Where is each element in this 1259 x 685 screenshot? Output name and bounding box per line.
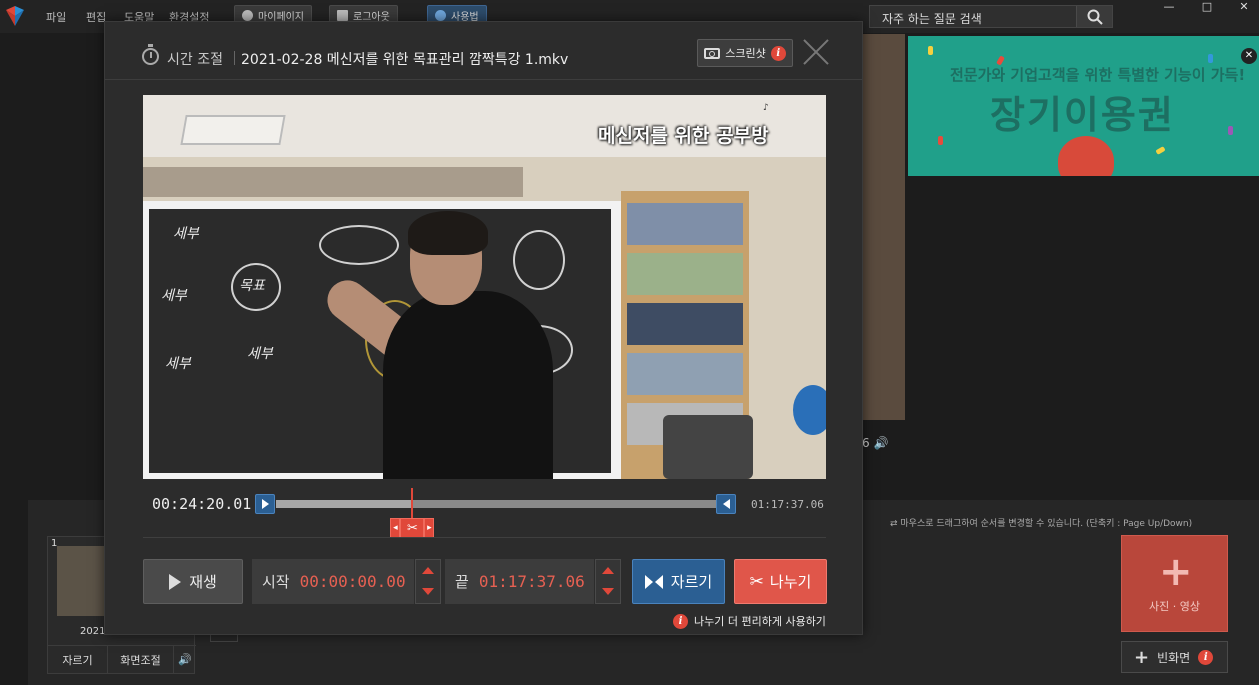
add-photo-video-button[interactable]: + 사진 · 영상: [1121, 535, 1228, 632]
camera-stand: [663, 415, 753, 479]
close-icon[interactable]: [802, 38, 830, 66]
close-window-icon[interactable]: ✕: [1229, 0, 1259, 14]
stopwatch-icon: [142, 44, 159, 65]
start-marker[interactable]: [255, 494, 275, 514]
video-preview[interactable]: 세부 세부 세부 세부 목표 관계 ♪ 메신저를 위한 공부방: [143, 95, 826, 479]
dialog-header: 시간 조절 2021-02-28 메신저를 위한 목표관리 깜짝특강 1.mkv…: [105, 22, 862, 80]
split-left-arrow-icon[interactable]: ◂: [390, 518, 401, 538]
camera-icon: [704, 47, 721, 59]
end-down-button[interactable]: [596, 581, 620, 602]
split-help-link[interactable]: i 나누기 더 편리하게 사용하기: [673, 613, 826, 629]
background-preview: [858, 34, 905, 420]
search-placeholder: 자주 하는 질문 검색: [882, 12, 982, 26]
info-icon[interactable]: i: [1198, 649, 1214, 665]
clip-label: 2021: [80, 626, 106, 637]
ad-close-icon[interactable]: ✕: [1241, 48, 1257, 64]
start-label: 시작: [262, 573, 290, 591]
split-button[interactable]: ✂ 나누기: [734, 559, 827, 604]
globe: [793, 385, 826, 435]
ceiling-vent: [180, 115, 286, 145]
screenshot-button[interactable]: 스크린샷 i: [697, 39, 793, 67]
title-divider: [234, 51, 235, 65]
end-time-value[interactable]: 01:17:37.06: [479, 572, 585, 591]
arrow-down-icon: [422, 588, 434, 595]
info-icon: i: [673, 613, 688, 629]
time-adjust-dialog: 시간 조절 2021-02-28 메신저를 위한 목표관리 깜짝특강 1.mkv…: [104, 21, 863, 635]
plus-icon: +: [1134, 646, 1150, 668]
drag-hint: ⇄ 마우스로 드래그하여 순서를 변경할 수 있습니다. (단축키 : Page…: [890, 519, 1193, 529]
cut-button[interactable]: 자르기: [632, 559, 725, 604]
info-icon: [435, 10, 446, 21]
search-button[interactable]: [1076, 6, 1112, 27]
add-media-label: 사진 · 영상: [1149, 600, 1200, 613]
end-up-button[interactable]: [596, 560, 620, 581]
end-marker[interactable]: [716, 494, 736, 514]
start-up-button[interactable]: [416, 560, 440, 581]
start-time-field[interactable]: 시작 00:00:00.00: [252, 559, 414, 604]
info-icon[interactable]: i: [770, 45, 786, 61]
end-marker-icon: [722, 499, 730, 509]
playhead[interactable]: [411, 488, 414, 518]
clip-cut-button[interactable]: 자르기: [48, 646, 108, 673]
logout-icon: [337, 10, 348, 21]
minimize-icon[interactable]: —: [1154, 0, 1184, 14]
play-marker-icon: [261, 499, 269, 509]
end-time-stepper[interactable]: [595, 559, 621, 604]
arrow-down-icon: [602, 588, 614, 595]
arrow-up-icon: [422, 567, 434, 574]
user-icon: [242, 10, 253, 21]
scissors-icon[interactable]: ✂: [400, 518, 425, 538]
play-icon: [169, 573, 182, 590]
presenter-hair: [408, 211, 488, 255]
split-handle[interactable]: ◂ ✂ ▸: [390, 518, 435, 538]
faq-search-input[interactable]: 자주 하는 질문 검색: [869, 5, 1113, 28]
ad-title: 장기이용권: [990, 93, 1175, 137]
seek-progress: [276, 500, 413, 508]
blank-screen-button[interactable]: + 빈화면 i: [1121, 641, 1228, 673]
end-time: 01:17:37.06: [751, 498, 824, 511]
clip-actions: 자르기 화면조절 🔊: [48, 645, 196, 673]
controls-divider: [143, 537, 826, 538]
cut-arrows-icon: [644, 574, 663, 589]
blank-screen-label: 빈화면: [1157, 650, 1191, 665]
split-right-arrow-icon[interactable]: ▸: [424, 518, 435, 538]
dialog-title: 시간 조절: [167, 52, 223, 68]
bird-mascot-icon: [1058, 136, 1114, 176]
play-button[interactable]: 재생: [143, 559, 243, 604]
clip-volume-icon[interactable]: 🔊: [174, 646, 196, 673]
ad-banner[interactable]: 전문가와 기업고객을 위한 특별한 기능이 가득! 장기이용권 ✕: [908, 36, 1259, 176]
clip-screen-button[interactable]: 화면조절: [108, 646, 174, 673]
video-logo-text: ♪: [763, 103, 769, 113]
play-label: 재생: [189, 573, 217, 591]
video-overlay-title: 메신저를 위한 공부방: [598, 125, 769, 147]
end-label: 끝: [455, 573, 469, 591]
seek-track[interactable]: [276, 500, 716, 508]
dialog-filename: 2021-02-28 메신저를 위한 목표관리 깜짝특강 1.mkv: [241, 52, 569, 68]
split-label: 나누기: [769, 573, 812, 591]
plus-icon: +: [1159, 549, 1193, 595]
book-shelf-top: [143, 167, 523, 197]
maximize-icon[interactable]: □: [1192, 0, 1222, 14]
end-time-field[interactable]: 끝 01:17:37.06: [445, 559, 594, 604]
current-time: 00:24:20.01: [152, 495, 252, 513]
presenter-body: [383, 291, 553, 479]
screenshot-label: 스크린샷: [725, 47, 766, 60]
start-down-button[interactable]: [416, 581, 440, 602]
background-volume: 6 🔊: [862, 436, 889, 450]
arrow-up-icon: [602, 567, 614, 574]
start-time-stepper[interactable]: [415, 559, 441, 604]
menu-file[interactable]: 파일: [46, 9, 66, 25]
scissors-icon: ✂: [749, 571, 764, 592]
app-logo-icon: [6, 6, 24, 26]
ad-subtitle: 전문가와 기업고객을 위한 특별한 기능이 가득!: [950, 66, 1246, 84]
split-help-text: 나누기 더 편리하게 사용하기: [694, 615, 826, 628]
search-icon: [1087, 9, 1103, 25]
start-time-value[interactable]: 00:00:00.00: [300, 572, 406, 591]
cut-label: 자르기: [670, 573, 713, 591]
